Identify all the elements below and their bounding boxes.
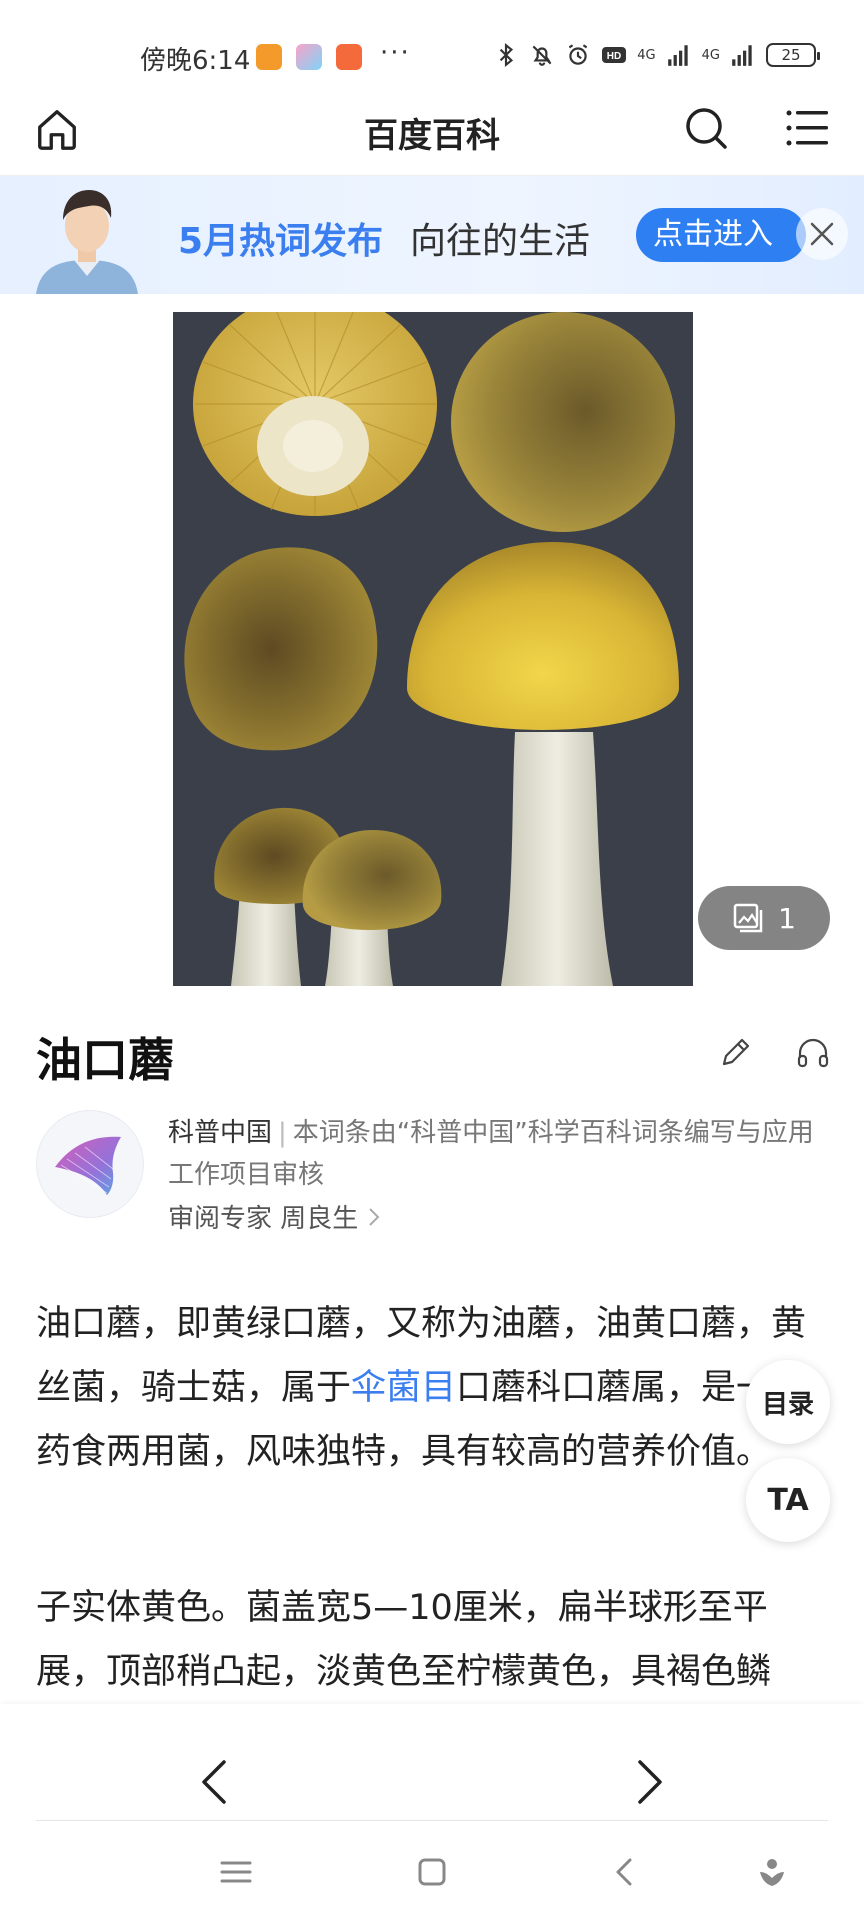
battery-icon: 25 <box>766 43 820 67</box>
author-name[interactable]: 科普中国 <box>168 1118 272 1148</box>
system-home-icon[interactable] <box>414 1854 450 1890</box>
banner-close-button[interactable] <box>796 208 848 260</box>
svg-text:HD: HD <box>607 51 621 62</box>
more-notifications-icon: ··· <box>380 38 411 68</box>
agaricales-link[interactable]: 伞菌目 <box>351 1368 456 1408</box>
status-indicators: HD 4G 4G 25 <box>493 42 820 68</box>
summary-paragraph: 油口蘑，即黄绿口蘑，又称为油蘑，油黄口蘑，黄丝菌，骑士菇，属于伞菌目口蘑科口蘑属… <box>36 1292 836 1484</box>
table-of-contents-button[interactable]: 目录 <box>746 1360 830 1444</box>
photo-count-label: 1 <box>778 901 796 935</box>
alarm-icon <box>569 44 588 65</box>
hd-icon: HD <box>602 47 627 63</box>
author-separator: | <box>278 1118 287 1148</box>
kepu-logo-icon <box>55 1136 121 1195</box>
forward-arrow-icon[interactable] <box>632 1756 668 1808</box>
gallery-icon <box>733 903 763 933</box>
edit-icon[interactable] <box>718 1036 752 1070</box>
bottom-navigation <box>0 1704 864 1920</box>
network-type-label: 4G <box>637 47 656 63</box>
author-info: 科普中国 | 本词条由“科普中国”科学百科词条编写与应用工作项目审核 <box>168 1112 828 1196</box>
menu-icon[interactable] <box>786 108 828 148</box>
headphones-icon[interactable] <box>796 1036 830 1070</box>
system-back-icon[interactable] <box>608 1854 644 1890</box>
author-logo[interactable] <box>36 1110 144 1218</box>
app-notification-icon <box>256 44 282 70</box>
description-paragraph: 子实体黄色。菌盖宽5—10厘米，扁半球形至平展，顶部稍凸起，淡黄色至柠檬黄色，具… <box>36 1588 772 1692</box>
font-size-button[interactable]: TA <box>746 1458 830 1542</box>
bluetooth-icon <box>500 42 514 68</box>
app-notification-icon <box>336 44 362 70</box>
photo-gallery-button[interactable]: 1 <box>698 886 830 950</box>
status-time: 傍晚6:14 <box>140 46 251 76</box>
banner-enter-button[interactable]: 点击进入 <box>636 208 806 262</box>
app-notification-icon <box>296 44 322 70</box>
close-icon <box>810 222 834 246</box>
mushroom-photo-illustration <box>173 312 693 986</box>
search-icon[interactable] <box>682 104 730 152</box>
promo-banner[interactable]: 5月热词发布 向往的生活 点击进入 <box>0 176 864 294</box>
chevron-right-icon <box>369 1207 380 1226</box>
network-type-label: 4G <box>701 47 720 63</box>
banner-subtitle: 向往的生活 <box>410 221 591 262</box>
mute-icon <box>532 45 552 66</box>
signal-icon <box>732 45 752 66</box>
reviewer-link[interactable]: 审阅专家 周良生 <box>168 1198 382 1235</box>
mushroom-photo[interactable] <box>173 312 693 986</box>
back-arrow-icon[interactable] <box>196 1756 232 1808</box>
top-header: 百度百科 <box>0 82 864 176</box>
reviewer-label: 审阅专家 周良生 <box>168 1204 359 1234</box>
banner-title: 5月热词发布 <box>178 221 384 262</box>
signal-icon <box>667 45 688 66</box>
promo-person-image <box>36 190 138 294</box>
entry-title: 油口蘑 <box>36 1033 174 1087</box>
system-menu-icon[interactable] <box>218 1854 254 1890</box>
divider <box>36 1820 828 1821</box>
page: 傍晚6:14 ··· HD 4G 4G 25 百度百科 5月热词发布 向往的生活… <box>0 0 864 1920</box>
status-bar: 傍晚6:14 ··· HD 4G 4G 25 <box>0 0 864 82</box>
assistant-icon[interactable] <box>754 1854 790 1890</box>
page-title: 百度百科 <box>364 116 500 156</box>
